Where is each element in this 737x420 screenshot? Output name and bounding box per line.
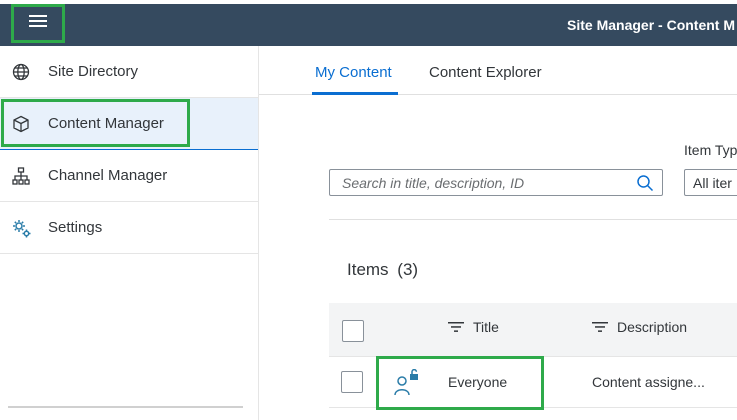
tab-bar: My Content Content Explorer — [259, 46, 737, 95]
tab-my-content[interactable]: My Content — [315, 64, 392, 81]
filter-icon — [448, 322, 464, 332]
column-header-label: Description — [617, 319, 688, 335]
divider — [329, 219, 737, 220]
hamburger-menu-icon — [28, 13, 48, 34]
item-type-select[interactable]: All iter — [684, 169, 737, 196]
item-type-value: All iter — [693, 175, 732, 191]
sidebar-item-label: Settings — [48, 219, 103, 236]
sidebar-item-site-directory[interactable]: Site Directory — [0, 46, 258, 98]
item-type-label: Item Typ — [684, 142, 737, 158]
filter-icon — [592, 322, 608, 332]
user-unlock-icon — [393, 368, 421, 397]
items-count: (3) — [397, 260, 419, 279]
tab-content-explorer[interactable]: Content Explorer — [429, 64, 542, 81]
column-header-label: Title — [473, 319, 499, 335]
sidebar-item-content-manager[interactable]: Content Manager — [0, 98, 258, 150]
select-all-checkbox[interactable] — [342, 320, 364, 342]
app-title: Site Manager - Content M — [567, 17, 736, 33]
sidebar-item-label: Content Manager — [48, 115, 164, 132]
column-header-description[interactable]: Description — [592, 319, 687, 335]
items-title: Items — [347, 260, 389, 279]
globe-icon — [12, 63, 30, 81]
sidebar-item-label: Channel Manager — [48, 167, 168, 184]
table-row[interactable]: Everyone Content assigne... — [329, 356, 737, 410]
search-icon[interactable] — [636, 174, 654, 192]
search-field[interactable] — [329, 169, 663, 196]
cube-icon — [12, 115, 30, 133]
row-title: Everyone — [448, 374, 508, 390]
search-input[interactable] — [330, 170, 642, 195]
items-heading: Items (3) — [347, 260, 418, 280]
shell-bar: Site Manager - Content M — [0, 0, 737, 46]
row-description: Content assigne... — [592, 374, 705, 390]
active-tab-indicator — [312, 92, 398, 95]
row-checkbox[interactable] — [341, 371, 363, 393]
sidebar-item-settings[interactable]: Settings — [0, 202, 258, 254]
main-content: My Content Content Explorer Item Typ All… — [259, 46, 737, 420]
column-header-title[interactable]: Title — [448, 319, 499, 335]
hierarchy-icon — [12, 167, 30, 185]
table-header: Title Description — [329, 303, 737, 357]
gears-icon — [12, 219, 31, 238]
menu-button[interactable] — [11, 4, 65, 43]
sidebar-item-label: Site Directory — [48, 63, 139, 80]
sidebar-footer-divider — [8, 406, 243, 408]
side-navigation: Site Directory Content Manager Channel M… — [0, 46, 259, 420]
sidebar-item-channel-manager[interactable]: Channel Manager — [0, 150, 258, 202]
